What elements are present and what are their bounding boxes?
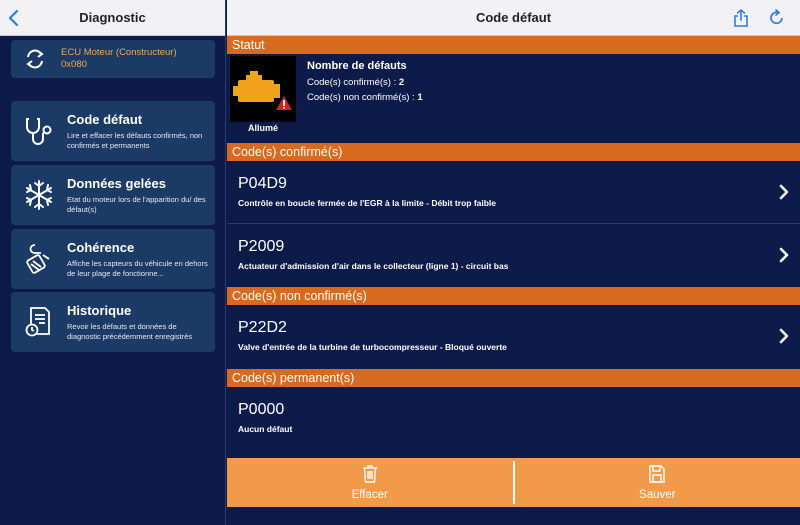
menu-item-historique[interactable]: Historique Revoir les défauts et données… <box>11 292 215 352</box>
menu-desc: Lire et effacer les défauts confirmés, n… <box>67 131 203 150</box>
main-panel: Code défaut Statut Allumé Nombre de défa… <box>227 0 800 525</box>
sidebar: Diagnostic ECU Moteur (Constructeur) 0x0… <box>0 0 226 525</box>
unconfirmed-count-line: Code(s) non confirmé(s) : 1 <box>307 92 423 103</box>
ecu-address: 0x080 <box>61 59 87 70</box>
menu-title: Cohérence <box>67 240 135 255</box>
fault-code: P0000 <box>238 401 285 418</box>
sidebar-header: Diagnostic <box>0 0 225 36</box>
menu-title: Données gelées <box>67 176 166 191</box>
action-bar: Effacer Sauver <box>227 458 800 507</box>
fault-code: P22D2 <box>238 319 287 336</box>
menu-item-donnees-gelees[interactable]: Données gelées Etat du moteur lors de l'… <box>11 165 215 225</box>
fault-code-row[interactable]: P04D9 Contrôle en boucle fermée de l'EGR… <box>227 161 800 224</box>
confirmed-count: 2 <box>398 77 405 88</box>
section-permanent: Code(s) permanent(s) <box>227 369 800 387</box>
save-button[interactable]: Sauver <box>515 458 800 507</box>
fault-description: Valve d'entrée de la turbine de turbocom… <box>238 342 507 352</box>
main-header: Code défaut <box>227 0 800 36</box>
share-icon[interactable] <box>732 8 750 28</box>
menu-desc: Affiche les capteurs du véhicule en deho… <box>67 259 208 278</box>
page-title: Code défaut <box>475 10 552 25</box>
fault-description: Contrôle en boucle fermée de l'EGR à la … <box>238 198 497 208</box>
fault-description: Aucun défaut <box>238 424 293 434</box>
menu-desc: Etat du moteur lors de l'apparition du/ … <box>67 195 206 214</box>
check-engine-warning-icon <box>233 71 292 110</box>
unconfirmed-count-label: Code(s) non confirmé(s) : <box>307 92 418 103</box>
trash-icon <box>362 465 377 483</box>
menu-desc: Revoir les défauts et données de diagnos… <box>67 322 193 341</box>
menu-title: Historique <box>67 303 132 318</box>
sensor-icon <box>26 244 50 274</box>
sidebar-title: Diagnostic <box>79 10 146 25</box>
fault-code-row[interactable]: P2009 Actuateur d'admission d'air dans l… <box>227 224 800 287</box>
ecu-name: ECU Moteur (Constructeur) <box>61 47 177 58</box>
confirmed-count-label: Code(s) confirmé(s) : <box>307 77 399 88</box>
fault-code-row[interactable]: P22D2 Valve d'entrée de la turbine de tu… <box>227 305 800 369</box>
back-chevron-icon[interactable] <box>6 8 22 28</box>
stethoscope-icon <box>26 118 52 145</box>
menu-title: Code défaut <box>67 112 143 127</box>
fault-code-row: P0000 Aucun défaut <box>227 387 800 450</box>
menu-item-code-defaut[interactable]: Code défaut Lire et effacer les défauts … <box>11 101 215 161</box>
menu-item-coherence[interactable]: Cohérence Affiche les capteurs du véhicu… <box>11 229 215 289</box>
engine-state-label: Allumé <box>247 123 278 133</box>
section-confirmed: Code(s) confirmé(s) <box>227 143 800 161</box>
chevron-right-icon <box>779 184 789 200</box>
sync-icon <box>26 49 44 69</box>
erase-button[interactable]: Effacer <box>227 458 513 507</box>
floppy-disk-icon <box>649 465 665 483</box>
ecu-selector[interactable]: ECU Moteur (Constructeur) 0x080 <box>11 40 215 78</box>
fault-count-title: Nombre de défauts <box>307 60 407 72</box>
history-document-icon <box>25 307 50 337</box>
fault-code: P04D9 <box>238 175 287 192</box>
chevron-right-icon <box>779 247 789 263</box>
chevron-right-icon <box>779 328 789 344</box>
save-label: Sauver <box>639 489 676 501</box>
confirmed-count-line: Code(s) confirmé(s) : 2 <box>307 77 423 88</box>
section-unconfirmed: Code(s) non confirmé(s) <box>227 287 800 305</box>
unconfirmed-count: 1 <box>417 92 423 103</box>
status-block: Allumé Nombre de défauts Code(s) confirm… <box>227 54 800 143</box>
fault-description: Actuateur d'admission d'air dans le coll… <box>238 261 509 271</box>
engine-status-image <box>230 56 296 122</box>
erase-label: Effacer <box>351 489 388 501</box>
snowflake-icon <box>26 180 52 210</box>
section-statut: Statut <box>227 36 800 54</box>
refresh-icon[interactable] <box>768 8 786 28</box>
fault-code: P2009 <box>238 238 285 255</box>
